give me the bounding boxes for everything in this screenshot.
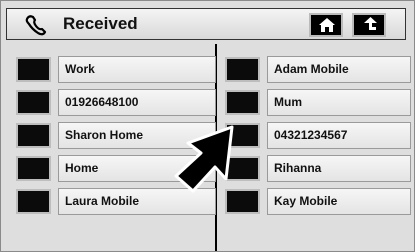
call-button[interactable] [225, 90, 260, 115]
list-item[interactable]: Rihanna [225, 155, 411, 182]
phone-icon [25, 15, 47, 36]
contact-label[interactable]: Kay Mobile [267, 188, 411, 215]
back-button[interactable] [352, 13, 386, 37]
list-item[interactable]: 04321234567 [225, 122, 411, 149]
call-button[interactable] [16, 189, 51, 214]
list-item[interactable]: Adam Mobile [225, 56, 411, 83]
contact-label[interactable]: Rihanna [267, 155, 411, 182]
contact-label[interactable]: 01926648100 [58, 89, 216, 116]
call-button[interactable] [16, 57, 51, 82]
list-item[interactable]: 01926648100 [16, 89, 218, 116]
contact-label[interactable]: Mum [267, 89, 411, 116]
phone-screen: Received Work 01926648100 Sharon Home Ho… [0, 0, 415, 252]
list-item[interactable]: Mum [225, 89, 411, 116]
call-button[interactable] [16, 156, 51, 181]
mouse-cursor-icon [174, 125, 234, 193]
call-button[interactable] [16, 90, 51, 115]
contact-label[interactable]: Work [58, 56, 216, 83]
back-arrow-icon [364, 17, 377, 30]
list-item[interactable]: Work [16, 56, 218, 83]
call-button[interactable] [225, 57, 260, 82]
list-item[interactable]: Kay Mobile [225, 188, 411, 215]
home-icon [319, 18, 335, 32]
home-button[interactable] [309, 13, 343, 37]
contact-label[interactable]: 04321234567 [267, 122, 411, 149]
call-button[interactable] [16, 123, 51, 148]
page-title: Received [63, 14, 138, 33]
contact-label[interactable]: Adam Mobile [267, 56, 411, 83]
header-bar: Received [6, 8, 406, 40]
